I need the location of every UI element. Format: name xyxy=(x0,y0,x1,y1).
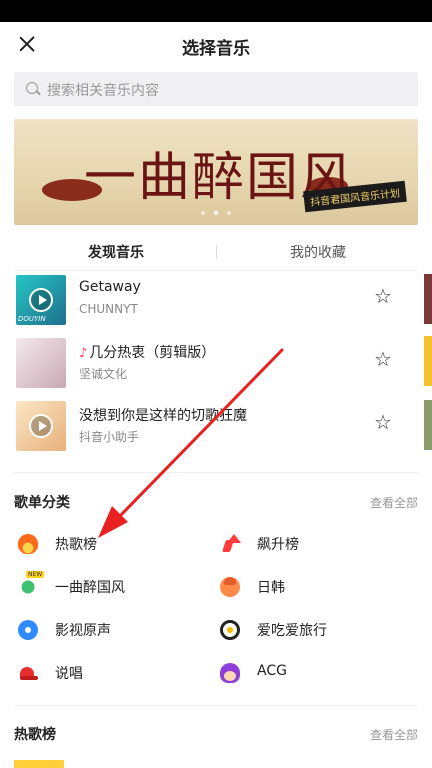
edge-thumbnail xyxy=(424,274,432,324)
header: 选择音乐 xyxy=(0,22,432,68)
category-food-travel[interactable]: 爱吃爱旅行 xyxy=(220,619,400,641)
carousel-dots xyxy=(14,200,418,219)
carousel-dot[interactable] xyxy=(200,211,205,215)
favorite-star-icon[interactable]: ☆ xyxy=(374,286,394,306)
fire-icon xyxy=(18,534,38,554)
favorite-star-icon[interactable]: ☆ xyxy=(374,412,394,432)
song-artist: CHUNNYT xyxy=(79,302,138,316)
category-label: 日韩 xyxy=(257,580,285,596)
playlist-categories-header: 歌单分类 查看全部 xyxy=(14,492,418,514)
category-label: 影视原声 xyxy=(55,623,111,639)
hot-chart-first-cover[interactable] xyxy=(14,760,64,768)
bowl-icon xyxy=(220,620,240,640)
category-label: 爱吃爱旅行 xyxy=(257,623,327,639)
category-label: 热歌榜 xyxy=(55,537,97,553)
music-tabs: 发现音乐 我的收藏 xyxy=(14,235,418,271)
cap-icon xyxy=(18,663,38,683)
play-icon[interactable] xyxy=(29,288,53,312)
category-rising[interactable]: 飙升榜 xyxy=(220,533,400,555)
section-divider xyxy=(14,705,418,706)
rising-icon xyxy=(220,534,241,554)
category-soundtrack[interactable]: 影视原声 xyxy=(18,619,198,641)
song-title: 没想到你是这样的切歌狂魔 xyxy=(79,408,247,424)
search-input[interactable]: 搜索相关音乐内容 xyxy=(14,72,418,106)
play-icon[interactable] xyxy=(29,414,53,438)
search-placeholder: 搜索相关音乐内容 xyxy=(47,83,159,99)
section-title: 热歌榜 xyxy=(14,727,56,743)
category-guofeng[interactable]: NEW 一曲醉国风 xyxy=(18,571,198,598)
category-japan-korea[interactable]: 日韩 xyxy=(220,576,400,598)
song-cover[interactable]: DOUYIN xyxy=(16,275,66,325)
song-item[interactable]: DOUYIN Getaway CHUNNYT ☆ xyxy=(14,272,418,328)
edge-thumbnail xyxy=(424,400,432,450)
view-all-link[interactable]: 查看全部 xyxy=(370,726,418,743)
face-icon xyxy=(220,577,240,597)
song-cover[interactable] xyxy=(16,401,66,451)
song-artist: 坚诚文化 xyxy=(79,367,128,381)
category-label: 飙升榜 xyxy=(257,537,299,553)
clover-icon: NEW xyxy=(18,571,45,597)
category-label: ACG xyxy=(257,663,287,679)
anime-icon xyxy=(220,663,240,683)
song-artist: 抖音小助手 xyxy=(79,430,140,444)
edge-thumbnail xyxy=(424,336,432,386)
song-title: ♪ 几分热衷（剪辑版） xyxy=(79,342,215,362)
page-title: 选择音乐 xyxy=(182,39,250,59)
song-item[interactable]: 没想到你是这样的切歌狂魔 抖音小助手 ☆ xyxy=(14,398,418,454)
song-title-text: 几分热衷（剪辑版） xyxy=(89,345,216,361)
tab-my-favorites[interactable]: 我的收藏 xyxy=(290,242,346,262)
song-cover[interactable] xyxy=(16,338,66,388)
tab-discover-music[interactable]: 发现音乐 xyxy=(88,242,144,262)
search-icon xyxy=(26,82,38,94)
category-acg[interactable]: ACG xyxy=(220,662,400,684)
category-rap[interactable]: 说唱 xyxy=(18,662,198,684)
carousel-dot-active[interactable] xyxy=(214,211,218,215)
category-label: 一曲醉国风 xyxy=(55,580,125,596)
cover-tag: DOUYIN xyxy=(18,315,46,323)
section-title: 歌单分类 xyxy=(14,495,70,511)
status-bar xyxy=(0,0,432,22)
tab-separator xyxy=(216,245,217,259)
category-label: 说唱 xyxy=(55,666,83,682)
song-title: Getaway xyxy=(79,279,141,295)
new-badge: NEW xyxy=(26,571,45,578)
carousel-dot[interactable] xyxy=(227,211,232,215)
view-all-link[interactable]: 查看全部 xyxy=(370,494,418,511)
banner-carousel[interactable]: 一曲醉国风 抖音君国风音乐计划 xyxy=(14,119,418,225)
film-reel-icon xyxy=(18,620,38,640)
hot-chart-header: 热歌榜 查看全部 xyxy=(14,724,418,746)
section-divider xyxy=(14,472,418,473)
favorite-star-icon[interactable]: ☆ xyxy=(374,349,394,369)
music-note-icon: ♪ xyxy=(79,346,88,361)
song-item[interactable]: ♪ 几分热衷（剪辑版） 坚诚文化 ☆ xyxy=(14,335,418,391)
category-hot-songs[interactable]: 热歌榜 xyxy=(18,533,198,555)
